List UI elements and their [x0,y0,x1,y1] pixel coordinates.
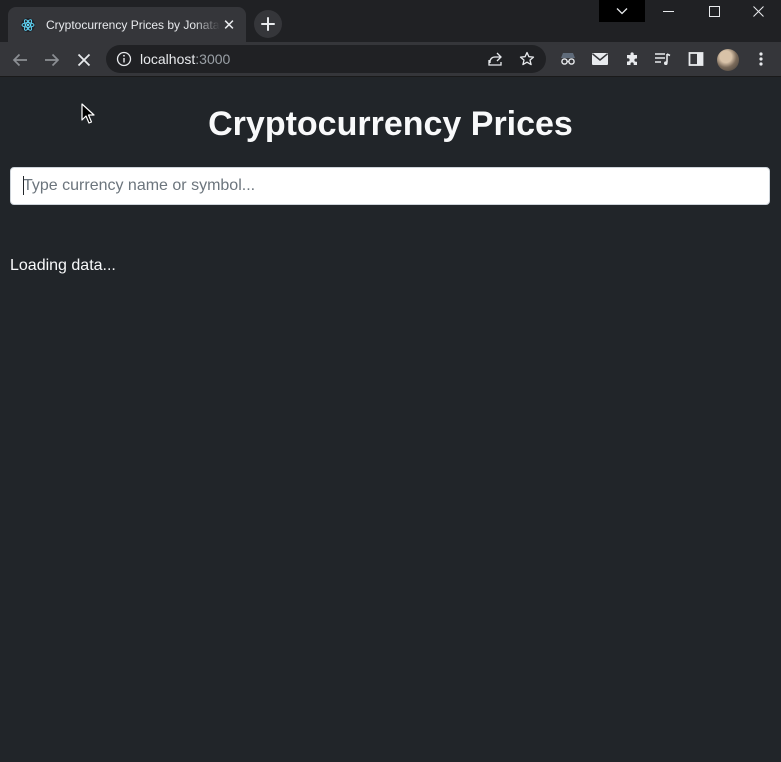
search-input[interactable] [10,167,770,205]
url-port: :3000 [195,51,231,67]
address-bar[interactable]: localhost:3000 [106,45,546,73]
url-text[interactable]: localhost:3000 [140,52,230,66]
back-button[interactable] [6,46,34,74]
chevron-down-icon [616,8,628,15]
stop-loading-button[interactable] [70,46,98,74]
loading-status: Loading data... [10,257,116,274]
react-logo-icon [20,17,36,33]
close-tab-icon[interactable]: ✕ [220,16,238,34]
text-caret [23,176,24,195]
star-icon[interactable] [518,50,536,68]
close-icon [752,5,764,17]
plus-icon [261,17,275,31]
stop-x-icon [77,53,91,67]
mail-icon[interactable] [591,50,609,68]
browser-toolbar: localhost:3000 [0,42,781,77]
browser-tab[interactable]: Cryptocurrency Prices by Jonatan ✕ [8,7,246,42]
reading-list-icon[interactable] [654,50,672,68]
page-title: Cryptocurrency Prices [208,105,573,143]
mouse-pointer-icon [81,103,95,124]
tab-search-button[interactable] [599,0,645,22]
info-icon[interactable] [116,51,132,67]
forward-button[interactable] [38,46,66,74]
close-window-button[interactable] [735,0,781,22]
new-tab-button[interactable] [254,10,282,38]
page-content: Cryptocurrency Prices Loading data... [0,78,781,762]
profile-avatar[interactable] [717,49,739,71]
incognito-extension-icon[interactable] [559,50,577,68]
minimize-button[interactable] [645,0,691,22]
minimize-icon [662,10,674,12]
tab-title: Cryptocurrency Prices by Jonatan [46,17,220,32]
maximize-button[interactable] [691,0,737,22]
browser-title-bar: Cryptocurrency Prices by Jonatan ✕ [0,0,781,42]
forward-arrow-icon [45,53,60,67]
more-menu-icon[interactable] [752,50,770,68]
side-panel-icon[interactable] [687,50,705,68]
extensions-icon[interactable] [623,50,641,68]
share-icon[interactable] [486,50,504,68]
back-arrow-icon [12,53,27,67]
maximize-icon [708,5,720,17]
url-host: localhost [140,51,196,67]
